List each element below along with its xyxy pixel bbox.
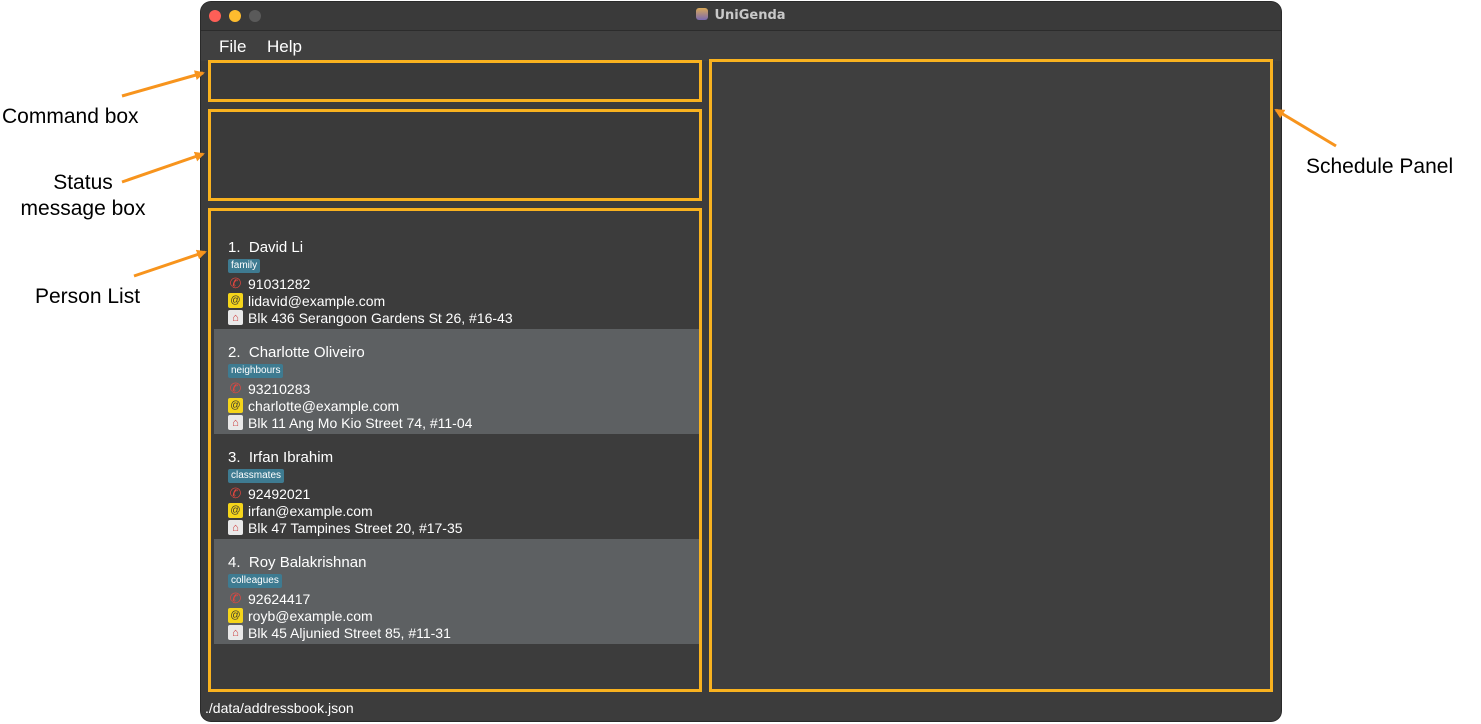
person-name-text: Roy Balakrishnan <box>248 554 367 571</box>
person-index: 2. <box>228 344 241 361</box>
person-name: 2. Charlotte Oliveiro <box>228 344 365 361</box>
arrow-person-list <box>133 249 207 278</box>
phone-icon: ✆ <box>229 486 242 501</box>
person-tag: classmates <box>228 469 285 483</box>
person-email-text: royb@example.com <box>248 607 373 624</box>
person-address-text: Blk 436 Serangoon Gardens St 26, #16-43 <box>248 309 513 326</box>
phone-icon: ✆ <box>229 381 242 396</box>
person-email-text: lidavid@example.com <box>248 292 386 309</box>
command-box <box>208 60 702 102</box>
person-email-text: charlotte@example.com <box>248 397 400 414</box>
person-email: @ royb@example.com <box>228 607 373 624</box>
person-phone: ✆ 93210283 <box>228 380 311 397</box>
person-name-text: Charlotte Oliveiro <box>248 344 365 361</box>
person-email: @ lidavid@example.com <box>228 292 385 309</box>
phone-icon: ✆ <box>229 591 242 606</box>
person-address: ⌂ Blk 47 Tampines Street 20, #17-35 <box>228 519 463 536</box>
status-message-text <box>214 115 696 195</box>
email-icon: @ <box>228 398 243 413</box>
person-phone: ✆ 92492021 <box>228 485 311 502</box>
annotation-schedule-panel: Schedule Panel <box>1306 155 1454 178</box>
person-address: ⌂ Blk 11 Ang Mo Kio Street 74, #11-04 <box>228 414 472 431</box>
person-email-text: irfan@example.com <box>248 502 373 519</box>
person-tag: family <box>228 259 261 273</box>
person-email: @ charlotte@example.com <box>228 397 399 414</box>
person-tag: colleagues <box>228 574 282 588</box>
person-phone: ✆ 91031282 <box>228 275 311 292</box>
title-bar: UniGenda <box>201 2 1281 31</box>
status-message-box <box>208 109 702 201</box>
annotation-status-line2: message box <box>20 197 146 220</box>
menu-help[interactable]: Help <box>267 37 302 57</box>
person-address: ⌂ Blk 436 Serangoon Gardens St 26, #16-4… <box>228 309 513 326</box>
annotation-status-line1: Status <box>53 171 113 194</box>
person-name: 4. Roy Balakrishnan <box>228 554 366 571</box>
address-icon: ⌂ <box>228 310 243 325</box>
person-name-text: Irfan Ibrahim <box>248 449 334 466</box>
menu-bar: File Help <box>201 31 1281 61</box>
person-name: 1. David Li <box>228 239 303 256</box>
schedule-panel[interactable] <box>709 59 1273 692</box>
status-bar: ./data/addressbook.json <box>201 694 1281 721</box>
person-address-text: Blk 11 Ang Mo Kio Street 74, #11-04 <box>248 414 473 431</box>
person-name-text: David Li <box>248 239 304 256</box>
phone-icon: ✆ <box>229 276 242 291</box>
person-index: 3. <box>228 449 241 466</box>
person-email: @ irfan@example.com <box>228 502 373 519</box>
email-icon: @ <box>228 503 243 518</box>
person-phone-text: 92492021 <box>248 485 311 502</box>
window-title-text: UniGenda <box>714 8 786 23</box>
address-icon: ⌂ <box>228 625 243 640</box>
person-list[interactable]: 1. David Li family ✆ 91031282 @ lidavid@… <box>208 208 702 692</box>
app-window: UniGenda File Help 1. David Li family ✆ … <box>201 2 1281 721</box>
person-address-text: Blk 45 Aljunied Street 85, #11-31 <box>248 624 451 641</box>
annotation-status-message-box: Status message box <box>8 170 158 222</box>
person-address-text: Blk 47 Tampines Street 20, #17-35 <box>248 519 463 536</box>
person-phone: ✆ 92624417 <box>228 590 311 607</box>
person-card[interactable]: 2. Charlotte Oliveiro neighbours ✆ 93210… <box>214 329 699 434</box>
annotation-person-list: Person List <box>35 285 141 308</box>
person-phone-text: 93210283 <box>248 380 311 397</box>
email-icon: @ <box>228 293 243 308</box>
person-card[interactable]: 4. Roy Balakrishnan colleagues ✆ 9262441… <box>214 539 699 644</box>
arrow-command-box <box>121 70 205 98</box>
window-title: UniGenda <box>201 8 1281 23</box>
person-name: 3. Irfan Ibrahim <box>228 449 333 466</box>
annotation-command-box: Command box <box>2 105 139 128</box>
app-icon <box>696 8 709 20</box>
person-index: 4. <box>228 554 241 571</box>
address-icon: ⌂ <box>228 520 243 535</box>
person-phone-text: 91031282 <box>248 275 311 292</box>
person-tag: neighbours <box>228 364 284 378</box>
address-icon: ⌂ <box>228 415 243 430</box>
person-address: ⌂ Blk 45 Aljunied Street 85, #11-31 <box>228 624 451 641</box>
person-index: 1. <box>228 239 241 256</box>
command-input[interactable] <box>214 66 700 98</box>
person-card[interactable]: 3. Irfan Ibrahim classmates ✆ 92492021 @… <box>214 434 699 539</box>
email-icon: @ <box>228 608 243 623</box>
arrow-schedule-panel <box>1274 108 1337 148</box>
person-phone-text: 92624417 <box>248 590 311 607</box>
person-card[interactable]: 1. David Li family ✆ 91031282 @ lidavid@… <box>214 224 699 329</box>
data-file-path: ./data/addressbook.json <box>205 700 354 716</box>
menu-file[interactable]: File <box>219 37 246 57</box>
